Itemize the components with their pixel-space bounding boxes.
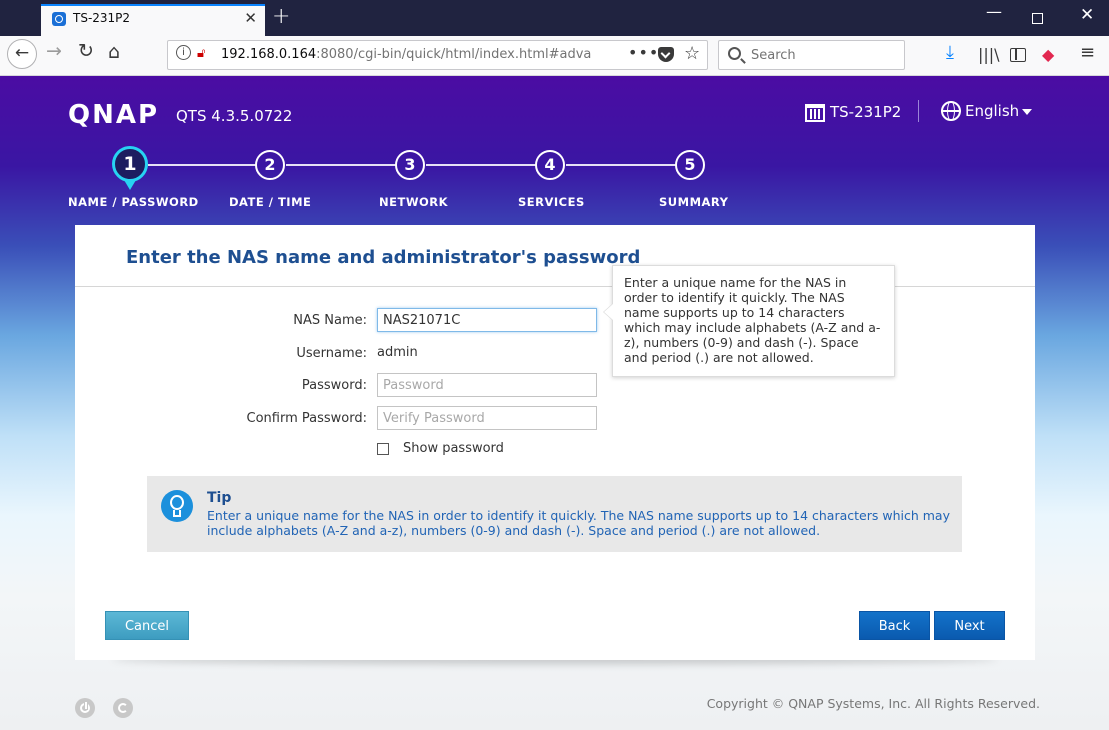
qnap-setup-page: QNAP QTS 4.3.5.0722 TS-231P2 English 1 2… (0, 76, 1109, 730)
back-arrow-icon[interactable]: ← (7, 39, 37, 69)
nas-device-icon (805, 104, 825, 122)
window-close-icon[interactable]: ✕ (1080, 5, 1094, 25)
extension-eraser-icon[interactable]: ◆ (1042, 45, 1054, 64)
tip-title: Tip (207, 490, 232, 506)
language-selector[interactable]: English (965, 102, 1019, 120)
page-actions-icon[interactable]: ••• (628, 43, 659, 62)
tab-close-icon[interactable]: ✕ (244, 9, 257, 27)
maximize-icon[interactable] (1032, 13, 1043, 24)
step-1-label: NAME / PASSWORD (68, 195, 199, 209)
step-connector (148, 164, 256, 166)
cancel-button[interactable]: Cancel (105, 611, 189, 640)
minimize-icon[interactable]: — (986, 2, 1002, 21)
step-3-label: NETWORK (379, 195, 449, 209)
qnap-favicon-icon (52, 12, 66, 26)
nas-name-label: NAS Name: (293, 313, 367, 328)
page-title: Enter the NAS name and administrator's p… (126, 247, 641, 268)
tooltip-text: Enter a unique name for the NAS in order… (624, 275, 881, 365)
step-2-indicator: 2 (255, 150, 285, 180)
qts-version: QTS 4.3.5.0722 (176, 107, 293, 125)
sidebar-toggle-icon[interactable] (1010, 48, 1026, 62)
username-label: Username: (296, 346, 367, 361)
step-3-indicator: 3 (395, 150, 425, 180)
new-tab-icon[interactable]: + (272, 4, 290, 29)
username-value: admin (377, 345, 418, 360)
tooltip-arrow (604, 304, 613, 320)
step-5-indicator: 5 (675, 150, 705, 180)
nas-name-tooltip: Enter a unique name for the NAS in order… (604, 265, 895, 377)
info-icon[interactable]: i (176, 45, 191, 60)
setup-card: Enter the NAS name and administrator's p… (75, 225, 1035, 660)
password-label: Password: (301, 378, 367, 393)
password-input[interactable] (377, 373, 597, 397)
bookmark-star-icon[interactable]: ☆ (684, 43, 700, 64)
step-1-indicator: 1 (112, 146, 148, 182)
pocket-icon[interactable] (658, 47, 674, 62)
browser-toolbar: ← → ↻ ⌂ i 🔓︎ 192.168.0.164:8080/cgi-bin/… (0, 36, 1109, 76)
step-connector (286, 164, 396, 166)
url-path: :8080/cgi-bin/quick/html/index.html#adva… (316, 47, 591, 62)
device-name: TS-231P2 (830, 103, 902, 121)
tab-title: TS-231P2 (73, 11, 131, 25)
step-4-label: SERVICES (518, 195, 585, 209)
qnap-logo: QNAP (68, 100, 160, 130)
insecure-lock-icon[interactable]: 🔓︎ (197, 46, 205, 61)
browser-search-bar[interactable]: Search (718, 40, 905, 70)
hamburger-menu-icon[interactable]: ≡ (1080, 42, 1095, 63)
library-icon[interactable]: |||\ (978, 45, 1000, 64)
nas-name-input[interactable] (377, 308, 597, 332)
url-bar[interactable]: i 🔓︎ 192.168.0.164:8080/cgi-bin/quick/ht… (167, 40, 708, 70)
chevron-down-icon[interactable] (1022, 109, 1032, 115)
next-button[interactable]: Next (934, 611, 1005, 640)
url-text[interactable]: 192.168.0.164:8080/cgi-bin/quick/html/in… (221, 47, 591, 62)
step-connector (566, 164, 676, 166)
show-password-checkbox[interactable] (377, 443, 389, 455)
step-2-label: DATE / TIME (229, 195, 312, 209)
forward-arrow-icon[interactable]: → (46, 40, 62, 62)
tip-box: Tip Enter a unique name for the NAS in o… (147, 476, 962, 552)
confirm-password-input[interactable] (377, 406, 597, 430)
confirm-password-label: Confirm Password: (246, 411, 367, 426)
header-divider (918, 100, 919, 122)
step-connector (426, 164, 536, 166)
globe-icon[interactable] (941, 101, 961, 121)
copyright-text: Copyright © QNAP Systems, Inc. All Right… (706, 696, 1040, 711)
home-icon[interactable]: ⌂ (108, 41, 120, 63)
show-password-label[interactable]: Show password (403, 441, 504, 456)
search-placeholder: Search (751, 48, 796, 63)
url-host: 192.168.0.164 (221, 47, 317, 62)
power-icon[interactable] (75, 698, 95, 718)
step-5-label: SUMMARY (659, 195, 729, 209)
restart-icon[interactable] (113, 698, 133, 718)
reload-icon[interactable]: ↻ (78, 40, 94, 62)
back-button[interactable]: Back (859, 611, 930, 640)
lightbulb-icon (161, 490, 193, 522)
browser-titlebar: TS-231P2 ✕ + — ✕ (0, 0, 1109, 36)
tip-text: Enter a unique name for the NAS in order… (207, 508, 950, 538)
download-icon[interactable]: ⤓ (946, 42, 954, 63)
step-4-indicator: 4 (535, 150, 565, 180)
browser-tab[interactable]: TS-231P2 ✕ (41, 4, 265, 36)
active-step-pointer (124, 180, 136, 190)
search-icon (728, 47, 741, 60)
